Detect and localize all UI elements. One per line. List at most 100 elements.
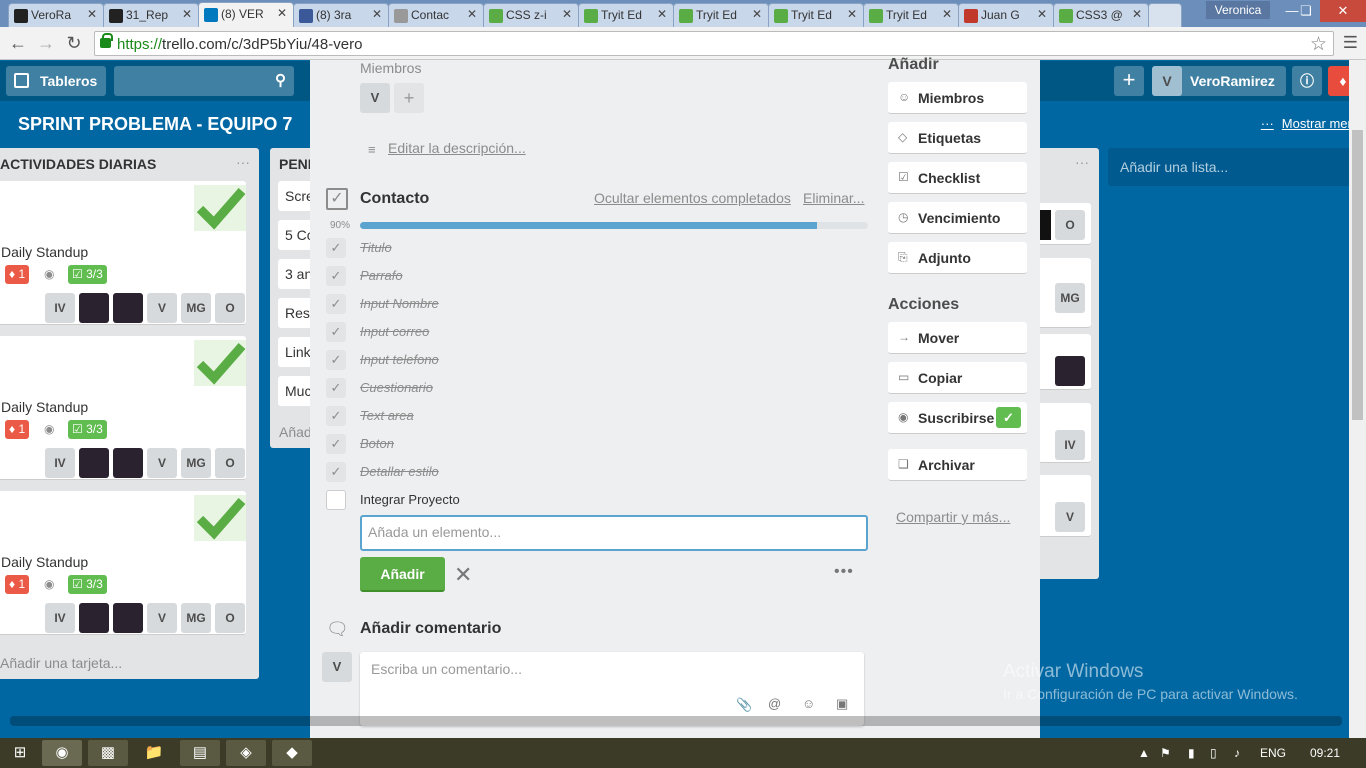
boards-button[interactable]: Tableros xyxy=(6,66,106,96)
chrome-taskbar-icon[interactable]: ◉ xyxy=(42,740,82,766)
tab-close-icon[interactable]: ✕ xyxy=(657,7,667,21)
browser-tab[interactable]: 31_Rep ✕ xyxy=(103,3,199,27)
browser-tab[interactable]: CSS3 @ ✕ xyxy=(1053,3,1149,27)
delete-checklist-link[interactable]: Eliminar... xyxy=(803,190,864,206)
checkbox[interactable]: ✓ xyxy=(326,322,346,342)
browser-tab[interactable]: CSS z-i ✕ xyxy=(483,3,579,27)
list-title[interactable]: ACTIVIDADES DIARIAS xyxy=(0,156,156,172)
tab-close-icon[interactable]: ✕ xyxy=(942,7,952,21)
checkbox[interactable] xyxy=(326,490,346,510)
board-title[interactable]: SPRINT PROBLEMA - EQUIPO 7 xyxy=(18,114,292,135)
add-member-button[interactable]: + xyxy=(394,83,424,113)
add-icon[interactable]: + xyxy=(1114,66,1144,96)
mention-icon[interactable]: @ xyxy=(768,696,781,711)
more-options-icon[interactable]: ••• xyxy=(834,563,854,581)
browser-tab[interactable]: Juan G ✕ xyxy=(958,3,1054,27)
list-menu-icon[interactable]: ··· xyxy=(1075,154,1089,170)
browser-tab[interactable]: Tryit Ed ✕ xyxy=(578,3,674,27)
checkbox[interactable]: ✓ xyxy=(326,434,346,454)
card[interactable]: Daily Standup ♦ 1 ◉ ☑ 3/3 IV V MG O xyxy=(0,336,246,480)
attach-icon[interactable]: 📎 xyxy=(736,697,752,713)
card-icon[interactable]: ▣ xyxy=(836,696,848,712)
app-taskbar-icon[interactable]: ▤ xyxy=(180,740,220,766)
board-horizontal-scrollbar[interactable] xyxy=(10,716,1342,726)
checkbox[interactable]: ✓ xyxy=(326,350,346,370)
explorer-taskbar-icon[interactable]: 📁 xyxy=(134,740,174,766)
checklist-item[interactable]: ✓ Titulo xyxy=(326,238,886,266)
add-card-link[interactable]: Añadir una tarjeta... xyxy=(0,655,122,671)
flag-icon[interactable]: ⚑ xyxy=(1160,746,1171,760)
add-card-link[interactable]: Añad xyxy=(279,424,312,440)
checklist-item[interactable]: ✓ Parrafo xyxy=(326,266,886,294)
network-icon[interactable]: ▯ xyxy=(1210,746,1217,760)
tab-close-icon[interactable]: ✕ xyxy=(182,7,192,21)
sidebar-suscribirse-button[interactable]: ◉ Suscribirse ✓ xyxy=(888,402,1027,434)
card[interactable]: Daily Standup ♦ 1 ◉ ☑ 3/3 IV V MG O xyxy=(0,181,246,325)
add-item-input[interactable]: Añada un elemento... xyxy=(360,515,868,551)
tab-close-icon[interactable]: ✕ xyxy=(277,6,287,20)
checklist-item-text[interactable]: Titulo xyxy=(360,240,392,255)
share-more-link[interactable]: Compartir y más... xyxy=(896,509,1010,525)
close-icon[interactable]: ✕ xyxy=(454,562,472,588)
new-tab-button[interactable] xyxy=(1148,3,1182,27)
checklist-item[interactable]: ✓ Detallar estilo xyxy=(326,462,886,490)
checklist-item[interactable]: ✓ Input correo xyxy=(326,322,886,350)
tab-close-icon[interactable]: ✕ xyxy=(1132,7,1142,21)
browser-tab[interactable]: VeroRa ✕ xyxy=(8,3,104,27)
checkbox[interactable]: ✓ xyxy=(326,238,346,258)
user-menu-button[interactable]: V VeroRamirez xyxy=(1152,66,1286,96)
tab-close-icon[interactable]: ✕ xyxy=(847,7,857,21)
sidebar-etiquetas-button[interactable]: ◇ Etiquetas xyxy=(888,122,1027,154)
forward-icon[interactable]: → xyxy=(36,33,56,54)
app-taskbar-icon[interactable]: ◆ xyxy=(272,740,312,766)
checkbox[interactable]: ✓ xyxy=(326,294,346,314)
sidebar-adjunto-button[interactable]: ⎘ Adjunto xyxy=(888,242,1027,274)
clock[interactable]: 09:21 xyxy=(1310,746,1340,760)
tab-close-icon[interactable]: ✕ xyxy=(372,7,382,21)
add-list-button[interactable]: Añadir una lista... xyxy=(1108,148,1352,186)
sidebar-copiar-button[interactable]: ▭ Copiar xyxy=(888,362,1027,394)
bookmark-star-icon[interactable]: ☆ xyxy=(1310,33,1327,56)
language-indicator[interactable]: ENG xyxy=(1260,746,1286,760)
add-item-button[interactable]: Añadir xyxy=(360,557,445,592)
checklist-item-text[interactable]: Detallar estilo xyxy=(360,464,439,479)
browser-tab[interactable]: (8) 3ra ✕ xyxy=(293,3,389,27)
browser-tab[interactable]: Tryit Ed ✕ xyxy=(673,3,769,27)
tab-close-icon[interactable]: ✕ xyxy=(752,7,762,21)
maximize-icon[interactable]: ❏ xyxy=(1292,0,1320,22)
browser-tab[interactable]: (8) VER ✕ xyxy=(198,2,294,27)
checklist-item[interactable]: ✓ Text area xyxy=(326,406,886,434)
sidebar-mover-button[interactable]: → Mover xyxy=(888,322,1027,354)
checklist-item[interactable]: ✓ Boton xyxy=(326,434,886,462)
browser-tab[interactable]: Tryit Ed ✕ xyxy=(863,3,959,27)
checklist-item-text[interactable]: Input Nombre xyxy=(360,296,439,311)
browser-tab[interactable]: Tryit Ed ✕ xyxy=(768,3,864,27)
checklist-item-text[interactable]: Input telefono xyxy=(360,352,439,367)
checklist-item[interactable]: ✓ Cuestionario xyxy=(326,378,886,406)
checkbox[interactable]: ✓ xyxy=(326,266,346,286)
checklist-item-text[interactable]: Text area xyxy=(360,408,414,423)
card[interactable]: Daily Standup ♦ 1 ◉ ☑ 3/3 IV V MG O xyxy=(0,491,246,635)
checklist-item-text[interactable]: Parrafo xyxy=(360,268,403,283)
start-button[interactable]: ⊞ xyxy=(4,740,36,766)
checklist-item[interactable]: ✓ Input telefono xyxy=(326,350,886,378)
tab-close-icon[interactable]: ✕ xyxy=(467,7,477,21)
hide-completed-link[interactable]: Ocultar elementos completados xyxy=(594,190,791,206)
checklist-item-text[interactable]: Integrar Proyecto xyxy=(360,492,460,507)
browser-tab[interactable]: Contac ✕ xyxy=(388,3,484,27)
checklist-item[interactable]: Integrar Proyecto xyxy=(326,490,886,518)
search-input[interactable]: ⚲ xyxy=(114,66,294,96)
sidebar-checklist-button[interactable]: ☑ Checklist xyxy=(888,162,1027,194)
tab-close-icon[interactable]: ✕ xyxy=(562,7,572,21)
address-bar[interactable]: https://trello.com/c/3dP5bYiu/48-vero ☆ xyxy=(94,31,1334,56)
emoji-icon[interactable]: ☺ xyxy=(802,696,815,711)
show-menu-link[interactable]: ··· Mostrar menú xyxy=(1261,116,1362,131)
app-taskbar-icon[interactable]: ▩ xyxy=(88,740,128,766)
sidebar-archivar-button[interactable]: ❑ Archivar xyxy=(888,449,1027,481)
sidebar-miembros-button[interactable]: ☺ Miembros xyxy=(888,82,1027,114)
battery-icon[interactable]: ▮ xyxy=(1188,746,1195,760)
info-icon[interactable]: ⓘ xyxy=(1292,66,1322,96)
close-window-icon[interactable]: ✕ xyxy=(1320,0,1366,22)
browser-profile-button[interactable]: Veronica xyxy=(1206,1,1270,19)
checklist-title[interactable]: Contacto xyxy=(360,190,429,208)
